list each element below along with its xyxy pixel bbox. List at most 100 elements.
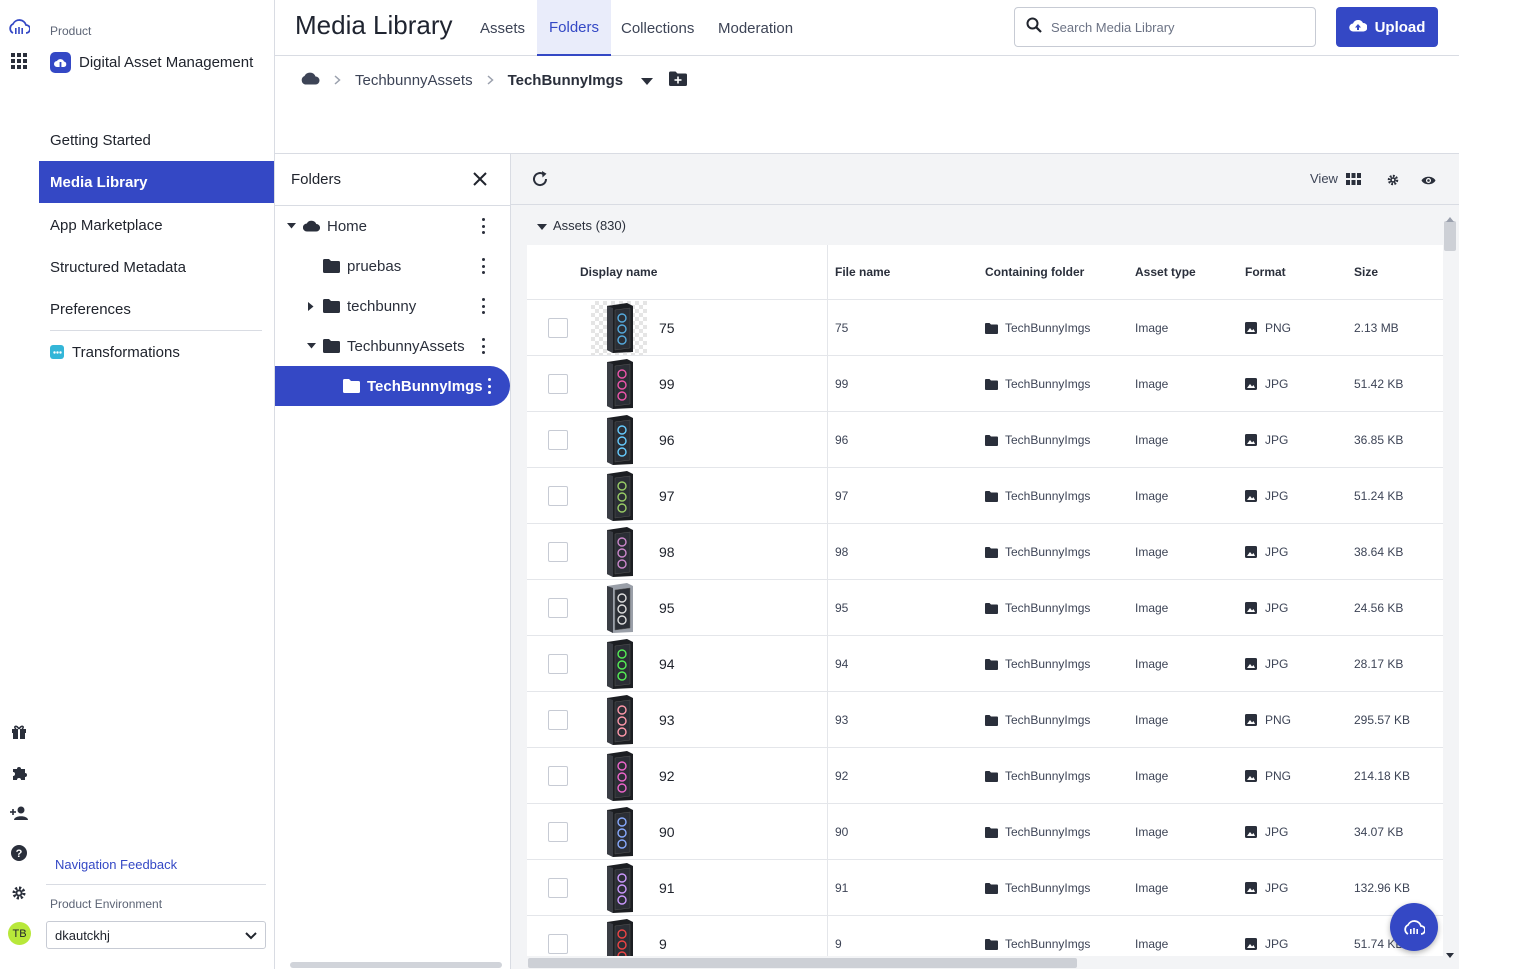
- table-row[interactable]: 92 92 TechBunnyImgs Image PNG 214.18 KB: [527, 747, 1444, 803]
- puzzle-icon[interactable]: [8, 762, 30, 784]
- table-row[interactable]: 95 95 TechBunnyImgs Image JPG 24.56 KB: [527, 579, 1444, 635]
- asset-thumbnail[interactable]: [591, 637, 647, 691]
- containing-folder-cell[interactable]: TechBunnyImgs: [985, 412, 1090, 468]
- more-options-icon[interactable]: [479, 258, 487, 274]
- row-checkbox[interactable]: [548, 318, 568, 338]
- nav-app-marketplace[interactable]: App Marketplace: [39, 204, 274, 246]
- table-row[interactable]: 96 96 TechBunnyImgs Image JPG 36.85 KB: [527, 411, 1444, 467]
- asset-thumbnail[interactable]: [591, 525, 647, 579]
- nav-getting-started[interactable]: Getting Started: [39, 119, 274, 161]
- row-checkbox[interactable]: [548, 710, 568, 730]
- containing-folder-cell[interactable]: TechBunnyImgs: [985, 580, 1090, 636]
- cloud-root-icon[interactable]: [300, 72, 320, 89]
- asset-thumbnail[interactable]: [591, 917, 647, 956]
- containing-folder-cell[interactable]: TechBunnyImgs: [985, 300, 1090, 356]
- display-name-cell[interactable]: 91: [659, 860, 675, 916]
- col-containing-folder[interactable]: Containing folder: [985, 245, 1084, 299]
- product-environment-select[interactable]: dkautckhj: [46, 921, 266, 949]
- display-name-cell[interactable]: 92: [659, 748, 675, 804]
- table-row[interactable]: 94 94 TechBunnyImgs Image JPG 28.17 KB: [527, 635, 1444, 691]
- settings-icon[interactable]: [8, 882, 30, 904]
- display-name-cell[interactable]: 90: [659, 804, 675, 860]
- table-row[interactable]: 91 91 TechBunnyImgs Image JPG 132.96 KB: [527, 859, 1444, 915]
- table-row[interactable]: 9 9 TechBunnyImgs Image JPG 51.74 KB: [527, 915, 1444, 956]
- scroll-up-icon[interactable]: [1446, 209, 1454, 227]
- grid-view-icon[interactable]: [1346, 172, 1361, 190]
- navigation-feedback-link[interactable]: Navigation Feedback: [55, 857, 177, 872]
- search-box[interactable]: [1014, 7, 1316, 47]
- more-options-icon[interactable]: [479, 298, 487, 314]
- close-icon[interactable]: [471, 170, 489, 188]
- asset-thumbnail[interactable]: [591, 413, 647, 467]
- table-row[interactable]: 90 90 TechBunnyImgs Image JPG 34.07 KB: [527, 803, 1444, 859]
- row-checkbox[interactable]: [548, 766, 568, 786]
- row-checkbox[interactable]: [548, 542, 568, 562]
- asset-thumbnail[interactable]: [591, 357, 647, 411]
- nav-preferences[interactable]: Preferences: [39, 288, 274, 330]
- asset-thumbnail[interactable]: [591, 805, 647, 859]
- display-name-cell[interactable]: 96: [659, 412, 675, 468]
- asset-thumbnail[interactable]: [591, 861, 647, 915]
- containing-folder-cell[interactable]: TechBunnyImgs: [985, 524, 1090, 580]
- col-display-name[interactable]: Display name: [580, 245, 657, 299]
- user-avatar[interactable]: TB: [8, 922, 31, 945]
- folder-menu-caret-icon[interactable]: [641, 72, 654, 89]
- cloudinary-logo-icon[interactable]: [8, 16, 30, 38]
- caret-down-icon[interactable]: [306, 341, 316, 351]
- tab-moderation[interactable]: Moderation: [706, 0, 805, 56]
- containing-folder-cell[interactable]: TechBunnyImgs: [985, 804, 1090, 860]
- caret-right-icon[interactable]: [306, 301, 316, 311]
- display-name-cell[interactable]: 98: [659, 524, 675, 580]
- caret-down-icon[interactable]: [286, 221, 296, 231]
- search-input[interactable]: [1051, 19, 1301, 35]
- col-format[interactable]: Format: [1245, 245, 1286, 299]
- apps-grid-icon[interactable]: [8, 50, 30, 72]
- cloudinary-help-fab[interactable]: [1390, 903, 1438, 951]
- tree-item-pruebas[interactable]: pruebas: [275, 246, 510, 286]
- table-row[interactable]: 75 75 TechBunnyImgs Image PNG 2.13 MB: [527, 299, 1444, 355]
- gear-icon[interactable]: [1387, 173, 1399, 191]
- vertical-scrollbar-track[interactable]: [1443, 207, 1457, 956]
- display-name-cell[interactable]: 75: [659, 300, 675, 356]
- assets-section-toggle[interactable]: Assets (830): [537, 218, 626, 233]
- col-file-name[interactable]: File name: [835, 245, 890, 299]
- row-checkbox[interactable]: [548, 654, 568, 674]
- table-row[interactable]: 99 99 TechBunnyImgs Image JPG 51.42 KB: [527, 355, 1444, 411]
- row-checkbox[interactable]: [548, 934, 568, 954]
- containing-folder-cell[interactable]: TechBunnyImgs: [985, 860, 1090, 916]
- asset-thumbnail[interactable]: [591, 693, 647, 747]
- display-name-cell[interactable]: 99: [659, 356, 675, 412]
- table-row[interactable]: 98 98 TechBunnyImgs Image JPG 38.64 KB: [527, 523, 1444, 579]
- more-options-icon[interactable]: [485, 378, 493, 394]
- display-name-cell[interactable]: 97: [659, 468, 675, 524]
- containing-folder-cell[interactable]: TechBunnyImgs: [985, 916, 1090, 956]
- asset-thumbnail[interactable]: [591, 301, 647, 355]
- row-checkbox[interactable]: [548, 374, 568, 394]
- tab-assets[interactable]: Assets: [468, 0, 537, 56]
- nav-transformations[interactable]: Transformations: [39, 331, 274, 373]
- display-name-cell[interactable]: 95: [659, 580, 675, 636]
- tree-item-techbunnyassets[interactable]: TechbunnyAssets: [275, 326, 510, 366]
- scroll-down-icon[interactable]: [1446, 945, 1454, 963]
- folders-horizontal-scrollbar[interactable]: [290, 962, 502, 968]
- containing-folder-cell[interactable]: TechBunnyImgs: [985, 748, 1090, 804]
- more-options-icon[interactable]: [479, 218, 487, 234]
- display-name-cell[interactable]: 9: [659, 916, 667, 956]
- asset-thumbnail[interactable]: [591, 581, 647, 635]
- help-icon[interactable]: ?: [8, 842, 30, 864]
- tab-folders[interactable]: Folders: [537, 0, 612, 56]
- upload-button[interactable]: Upload: [1336, 7, 1438, 47]
- nav-structured-metadata[interactable]: Structured Metadata: [39, 246, 274, 288]
- new-folder-icon[interactable]: [669, 71, 688, 90]
- row-checkbox[interactable]: [548, 598, 568, 618]
- tab-collections[interactable]: Collections: [609, 0, 706, 56]
- row-checkbox[interactable]: [548, 822, 568, 842]
- tree-item-techbunny[interactable]: techbunny: [275, 286, 510, 326]
- nav-media-library[interactable]: Media Library: [39, 161, 274, 203]
- col-size[interactable]: Size: [1354, 245, 1378, 299]
- horizontal-scrollbar-thumb[interactable]: [528, 958, 1077, 968]
- containing-folder-cell[interactable]: TechBunnyImgs: [985, 356, 1090, 412]
- product-switcher[interactable]: Digital Asset Management: [50, 52, 253, 73]
- containing-folder-cell[interactable]: TechBunnyImgs: [985, 468, 1090, 524]
- display-name-cell[interactable]: 93: [659, 692, 675, 748]
